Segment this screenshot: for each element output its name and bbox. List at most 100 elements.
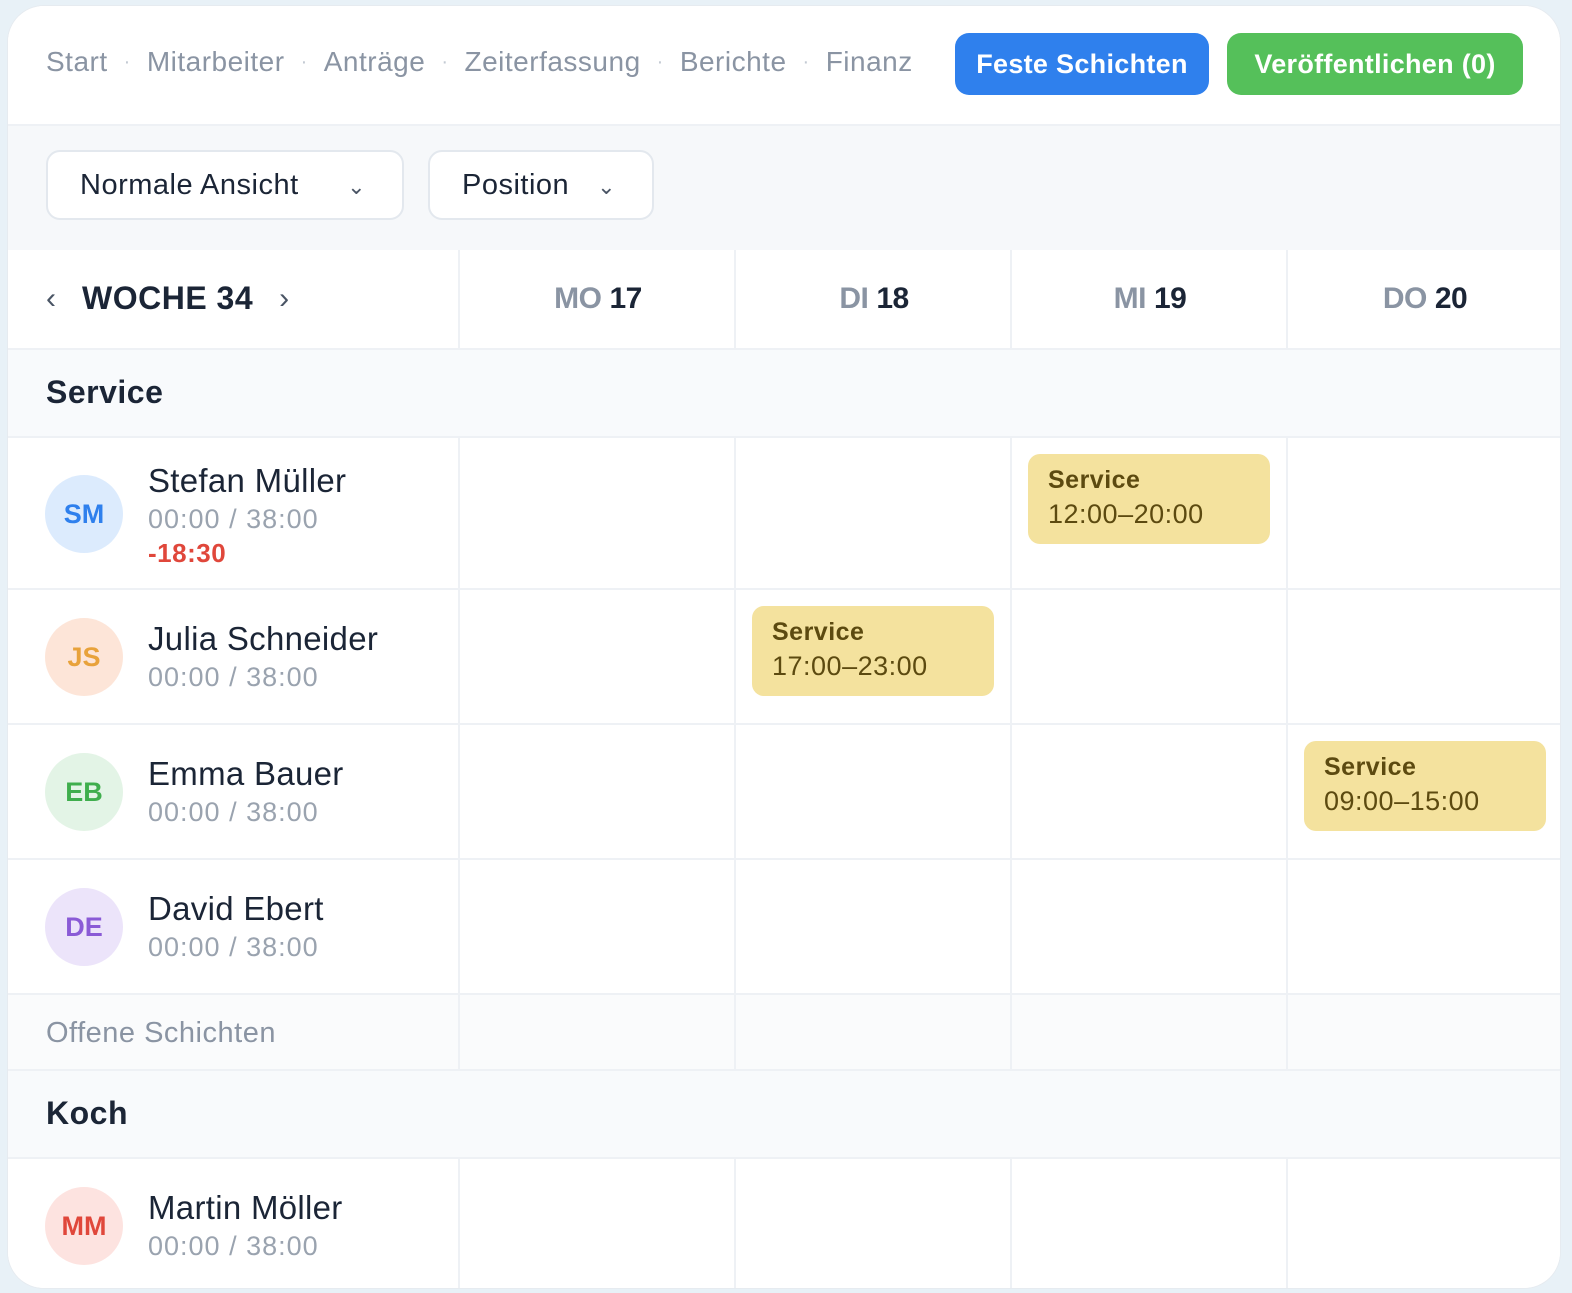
- avatar: DE: [45, 888, 123, 966]
- schedule-cell[interactable]: [734, 1159, 1012, 1288]
- filter-bar: Normale Ansicht ⌄ Position ⌄: [8, 126, 1560, 252]
- schedule-cell[interactable]: [1286, 438, 1560, 588]
- schedule-cell[interactable]: Service 12:00–20:00: [1010, 438, 1288, 588]
- day-number: 18: [876, 282, 909, 315]
- day-number: 20: [1434, 282, 1468, 315]
- week-label: WOCHE 34: [82, 280, 254, 316]
- day-number: 17: [609, 282, 642, 315]
- schedule-cell[interactable]: Service 17:00–23:00: [734, 590, 1012, 723]
- nav-separator: ·: [802, 50, 810, 73]
- nav-separator: ·: [441, 50, 449, 73]
- shift-title: Service: [1324, 753, 1417, 781]
- employee-hours: 00:00 / 38:00: [148, 1231, 319, 1261]
- employee-row: SM Stefan Müller 00:00 / 38:00 -18:30 Se…: [8, 438, 1560, 590]
- schedule-cell[interactable]: [458, 590, 736, 723]
- employee-row: MM Martin Möller 00:00 / 38:00: [8, 1159, 1560, 1288]
- nav-separator: ·: [123, 50, 131, 73]
- day-header-mo: MO 17: [458, 250, 736, 348]
- schedule-cell[interactable]: [458, 1159, 736, 1288]
- nav-separator: ·: [300, 50, 308, 73]
- open-shifts-row: Offene Schichten: [8, 995, 1560, 1071]
- employee-name[interactable]: Martin Möller: [148, 1189, 343, 1227]
- schedule-cell[interactable]: [1010, 860, 1288, 993]
- section-koch: Koch: [8, 1071, 1560, 1159]
- group-select-value: Position: [462, 168, 570, 201]
- shift-block[interactable]: Service 17:00–23:00: [752, 606, 994, 696]
- scheduler-card: Start · Mitarbeiter · Anträge · Zeiterfa…: [8, 6, 1560, 1288]
- open-shifts-label: Offene Schichten: [46, 1017, 276, 1049]
- employee-hours: 00:00 / 38:00: [148, 797, 319, 827]
- avatar: SM: [45, 475, 123, 553]
- employee-row: JS Julia Schneider 00:00 / 38:00 Service…: [8, 590, 1560, 725]
- day-name: DI: [839, 282, 869, 315]
- employee-name[interactable]: David Ebert: [148, 890, 324, 928]
- main-nav: Start · Mitarbeiter · Anträge · Zeiterfa…: [46, 46, 913, 78]
- schedule-cell[interactable]: [734, 860, 1012, 993]
- schedule-cell[interactable]: [458, 860, 736, 993]
- nav-separator: ·: [656, 50, 664, 73]
- nav-item-antraege[interactable]: Anträge: [324, 46, 426, 78]
- nav-item-zeiterfassung[interactable]: Zeiterfassung: [465, 46, 641, 78]
- fixed-shifts-button[interactable]: Feste Schichten: [955, 33, 1209, 95]
- employee-name[interactable]: Emma Bauer: [148, 755, 344, 793]
- schedule-cell[interactable]: [1286, 995, 1560, 1069]
- publish-button[interactable]: Veröffentlichen (0): [1227, 33, 1523, 95]
- schedule-cell[interactable]: [1286, 590, 1560, 723]
- chevron-right-icon[interactable]: ›: [279, 282, 289, 316]
- schedule-cell[interactable]: [1286, 860, 1560, 993]
- day-name: MO: [554, 282, 602, 315]
- schedule-cell[interactable]: [1010, 995, 1288, 1069]
- shift-time: 17:00–23:00: [772, 651, 928, 681]
- group-select[interactable]: Position ⌄: [428, 150, 654, 220]
- day-name: MI: [1113, 282, 1147, 315]
- employee-name[interactable]: Julia Schneider: [148, 620, 378, 658]
- schedule-cell[interactable]: [1010, 1159, 1288, 1288]
- schedule-cell[interactable]: [458, 995, 736, 1069]
- employee-hours: 00:00 / 38:00: [148, 504, 319, 534]
- avatar: MM: [45, 1187, 123, 1265]
- shift-time: 12:00–20:00: [1048, 499, 1204, 529]
- nav-item-finanz[interactable]: Finanz: [826, 46, 913, 78]
- day-header-do: DO 20: [1286, 250, 1560, 348]
- week-header-row: ‹ WOCHE 34 › MO 17 DI 18 MI 19 DO 20: [8, 250, 1560, 350]
- avatar: JS: [45, 618, 123, 696]
- nav-item-berichte[interactable]: Berichte: [680, 46, 787, 78]
- employee-hours: 00:00 / 38:00: [148, 662, 319, 692]
- section-title: Koch: [46, 1095, 128, 1131]
- day-name: DO: [1382, 282, 1428, 315]
- employee-hours: 00:00 / 38:00: [148, 932, 319, 962]
- schedule-cell[interactable]: [1010, 590, 1288, 723]
- week-navigator: ‹ WOCHE 34 ›: [46, 280, 289, 317]
- shift-block[interactable]: Service 09:00–15:00: [1304, 741, 1546, 831]
- shift-time: 09:00–15:00: [1324, 786, 1480, 816]
- section-title: Service: [46, 374, 164, 410]
- chevron-left-icon[interactable]: ‹: [46, 282, 56, 316]
- nav-item-start[interactable]: Start: [46, 46, 108, 78]
- employee-name[interactable]: Stefan Müller: [148, 462, 346, 500]
- day-number: 19: [1153, 282, 1187, 315]
- schedule-cell[interactable]: [1010, 725, 1288, 858]
- shift-title: Service: [1048, 466, 1141, 494]
- chevron-down-icon: ⌄: [347, 174, 366, 199]
- employee-row: DE David Ebert 00:00 / 38:00: [8, 860, 1560, 995]
- employee-hours-diff: -18:30: [148, 538, 227, 568]
- day-header-mi: MI 19: [1010, 250, 1288, 348]
- view-select-value: Normale Ansicht: [80, 168, 299, 201]
- schedule-cell[interactable]: Service 09:00–15:00: [1286, 725, 1560, 858]
- schedule-cell[interactable]: [458, 438, 736, 588]
- section-service: Service: [8, 350, 1560, 438]
- top-bar: Start · Mitarbeiter · Anträge · Zeiterfa…: [8, 6, 1560, 126]
- schedule-cell[interactable]: [458, 725, 736, 858]
- schedule-cell[interactable]: [734, 438, 1012, 588]
- avatar: EB: [45, 753, 123, 831]
- day-header-di: DI 18: [734, 250, 1012, 348]
- employee-row: EB Emma Bauer 00:00 / 38:00 Service 09:0…: [8, 725, 1560, 860]
- chevron-down-icon: ⌄: [597, 174, 616, 199]
- schedule-cell[interactable]: [1286, 1159, 1560, 1288]
- nav-item-mitarbeiter[interactable]: Mitarbeiter: [147, 46, 285, 78]
- view-select[interactable]: Normale Ansicht ⌄: [46, 150, 404, 220]
- schedule-cell[interactable]: [734, 995, 1012, 1069]
- shift-block[interactable]: Service 12:00–20:00: [1028, 454, 1270, 544]
- shift-title: Service: [772, 618, 865, 646]
- schedule-cell[interactable]: [734, 725, 1012, 858]
